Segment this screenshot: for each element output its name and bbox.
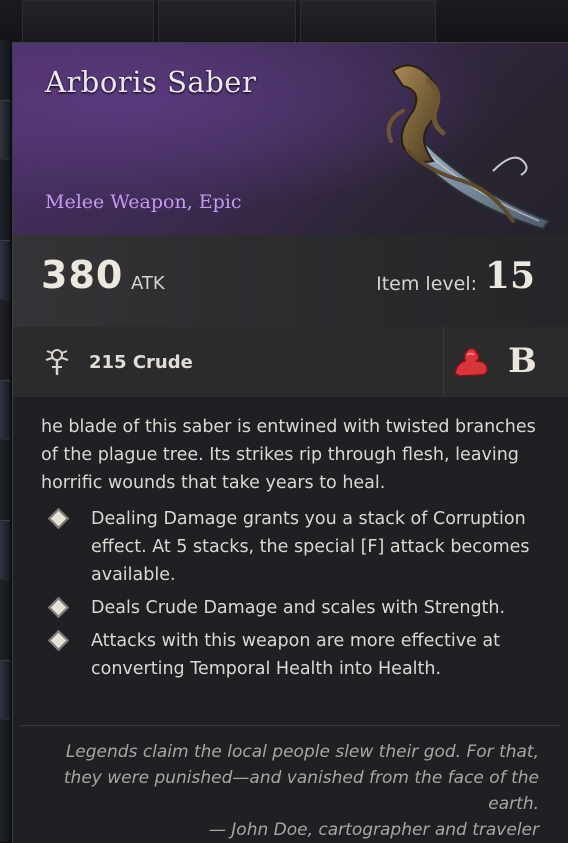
item-type: Melee Weapon, Epic: [45, 191, 242, 213]
scaling-grade: B: [508, 341, 537, 381]
item-level-label: Item level:: [376, 273, 477, 295]
inventory-slot[interactable]: [22, 0, 154, 46]
quote-text: Legends claim the local people slew thei…: [63, 742, 539, 814]
requirements-row: 215 Crude B: [13, 327, 568, 397]
flavor-quote: Legends claim the local people slew thei…: [33, 739, 539, 843]
strength-arm-icon: [454, 347, 489, 377]
item-tooltip: Arboris Saber Melee Weapon, Epic 380 ATK…: [12, 42, 568, 843]
effect-text: Deals Crude Damage and scales with Stren…: [91, 598, 506, 618]
description-panel: he blade of this saber is entwined with …: [13, 397, 568, 843]
effect-text: Dealing Damage grants you a stack of Cor…: [91, 509, 530, 585]
inventory-slot[interactable]: [158, 0, 296, 46]
inventory-slot[interactable]: [300, 0, 436, 46]
diamond-bullet-icon: [47, 629, 70, 652]
item-name: Arboris Saber: [45, 65, 257, 99]
inventory-strip: [0, 0, 568, 48]
damage-type-text: 215 Crude: [89, 352, 193, 373]
item-level-value: 15: [484, 255, 535, 297]
tooltip-header: Arboris Saber Melee Weapon, Epic: [13, 43, 568, 235]
divider: [443, 327, 444, 397]
inventory-column: [0, 40, 10, 842]
inventory-slot[interactable]: [0, 100, 10, 160]
effect-text: Attacks with this weapon are more effect…: [91, 631, 500, 679]
crude-damage-icon: [45, 349, 69, 375]
attack-label: ATK: [131, 273, 165, 294]
divider: [21, 725, 561, 726]
inventory-slot[interactable]: [0, 660, 10, 720]
effect-item: Attacks with this weapon are more effect…: [41, 627, 551, 683]
effects-list: Dealing Damage grants you a stack of Cor…: [41, 505, 551, 688]
inventory-slot[interactable]: [0, 380, 10, 440]
lore-text: he blade of this saber is entwined with …: [41, 417, 536, 493]
attack-value: 380: [41, 253, 124, 297]
quote-author: — John Doe, cartographer and traveler: [208, 820, 539, 840]
stats-row: 380 ATK Item level: 15: [13, 235, 568, 327]
inventory-slot[interactable]: [0, 520, 10, 580]
diamond-bullet-icon: [47, 596, 70, 619]
effect-item: Deals Crude Damage and scales with Stren…: [41, 594, 551, 622]
effect-item: Dealing Damage grants you a stack of Cor…: [41, 505, 551, 589]
diamond-bullet-icon: [47, 507, 70, 530]
saber-item-art: [386, 64, 551, 231]
inventory-slot[interactable]: [0, 240, 10, 300]
